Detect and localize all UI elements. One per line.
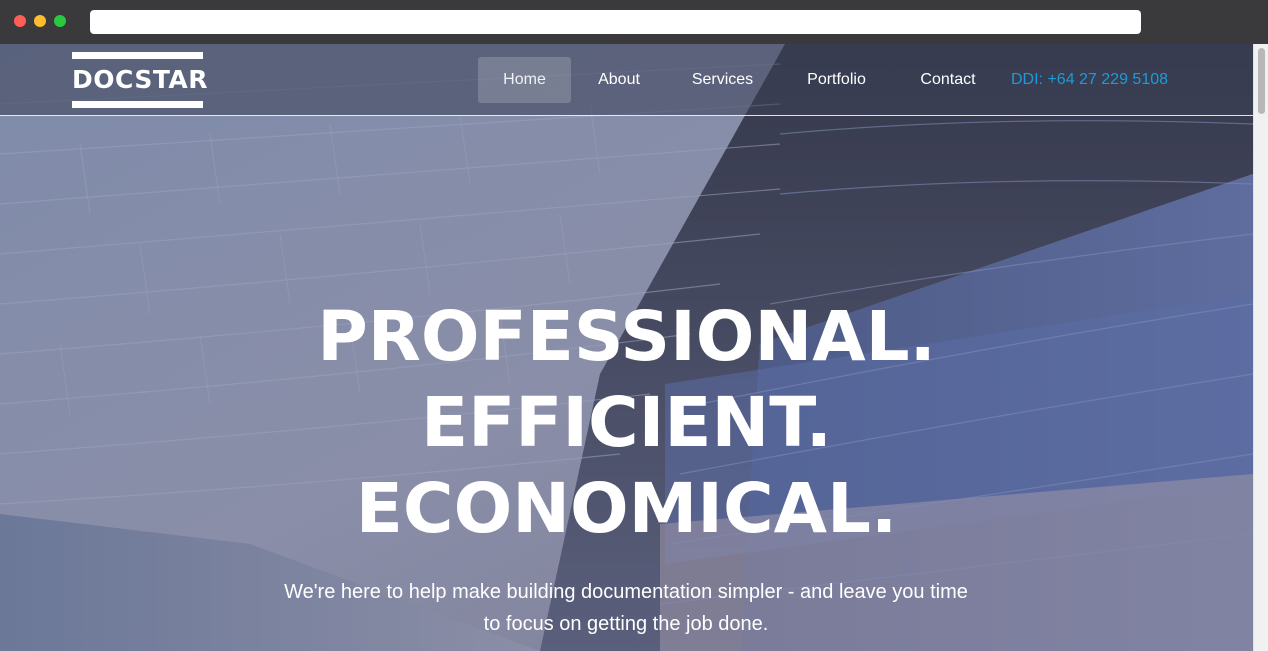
logo-text: DOCSTAR bbox=[72, 65, 209, 94]
page-scrollbar[interactable] bbox=[1253, 44, 1268, 651]
nav-item-about[interactable]: About bbox=[581, 57, 657, 103]
top-navbar: DOCSTAR Home About Services Portfolio Co… bbox=[0, 44, 1253, 116]
phone-link[interactable]: DDI: +64 27 229 5108 bbox=[1011, 57, 1168, 103]
hero-tagline: We're here to help make building documen… bbox=[284, 581, 968, 635]
nav-item-portfolio[interactable]: Portfolio bbox=[788, 57, 885, 103]
nav-item-services[interactable]: Services bbox=[674, 57, 771, 103]
hero-headline-line-2: EFFICIENT. bbox=[420, 383, 833, 463]
logo-stripe-bottom bbox=[72, 101, 203, 108]
nav-item-home[interactable]: Home bbox=[478, 57, 571, 103]
browser-chrome bbox=[0, 0, 1268, 44]
maximize-window-icon[interactable] bbox=[54, 15, 66, 27]
hero-headline-line-3: ECONOMICAL. bbox=[355, 469, 898, 549]
scrollbar-thumb[interactable] bbox=[1258, 48, 1265, 114]
hero-headline-line-1: PROFESSIONAL. bbox=[317, 297, 936, 377]
address-bar[interactable] bbox=[90, 10, 1141, 34]
page-viewport: DOCSTAR Home About Services Portfolio Co… bbox=[0, 44, 1253, 651]
minimize-window-icon[interactable] bbox=[34, 15, 46, 27]
logo-stripe-top bbox=[72, 52, 203, 59]
close-window-icon[interactable] bbox=[14, 15, 26, 27]
docstar-logo[interactable]: DOCSTAR bbox=[72, 52, 209, 108]
nav-item-contact[interactable]: Contact bbox=[902, 57, 994, 103]
